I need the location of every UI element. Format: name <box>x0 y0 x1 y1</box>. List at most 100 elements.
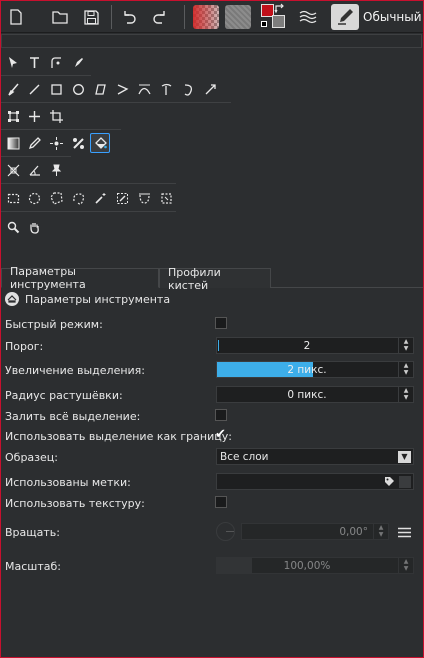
open-folder-icon[interactable] <box>49 6 71 28</box>
feather-radius-label: Радиус растушёвки: <box>5 389 123 402</box>
polygon-select-icon[interactable] <box>46 188 66 208</box>
background-color-swatch[interactable] <box>272 15 285 28</box>
rotate-stepper[interactable]: ▲ ▼ <box>373 524 388 539</box>
use-selection-boundary-label: Использовать выделение как границу: <box>5 430 232 443</box>
ellipse-tool-icon[interactable] <box>68 79 88 99</box>
polygon-tool-icon[interactable] <box>90 79 110 99</box>
grow-selection-slider[interactable]: 2 пикс. ▲ ▼ <box>216 361 414 378</box>
grow-selection-value: 2 пикс. <box>287 364 327 376</box>
feather-radius-slider[interactable]: 0 пикс. ▲ ▼ <box>216 386 414 403</box>
threshold-label: Порог: <box>5 340 44 353</box>
pattern-selector[interactable] <box>225 5 251 29</box>
fast-mode-checkbox[interactable] <box>215 317 227 329</box>
bezier-curve-icon[interactable] <box>134 79 154 99</box>
chevron-down-icon[interactable]: ▼ <box>398 451 411 463</box>
rotate-spinbox[interactable]: 0,00° ▲ ▼ <box>241 523 389 540</box>
panel-header: Параметры инструмента <box>5 291 170 307</box>
pan-tool-icon[interactable] <box>24 217 44 237</box>
calligraphy-icon[interactable] <box>68 52 88 72</box>
scale-slider[interactable]: 100,00% ▲ ▼ <box>216 557 414 574</box>
polyline-tool-icon[interactable] <box>112 79 132 99</box>
scale-stepper[interactable]: ▲ ▼ <box>398 558 413 573</box>
edit-shapes-icon[interactable] <box>46 52 66 72</box>
measure-tool-icon[interactable] <box>24 160 44 180</box>
toolbox-row-transform <box>1 103 71 129</box>
fast-mode-label: Быстрый режим: <box>5 318 103 331</box>
similar-color-select-icon[interactable] <box>112 188 132 208</box>
redo-icon[interactable] <box>149 6 171 28</box>
tool-options-icon <box>5 292 19 306</box>
scale-value: 100,00% <box>283 560 331 572</box>
panel-title: Параметры инструмента <box>25 292 171 306</box>
freehand-path-icon[interactable] <box>156 79 176 99</box>
blend-mode-label[interactable]: Обычный <box>363 10 422 24</box>
multibrush-icon[interactable] <box>200 79 220 99</box>
use-texture-label: Использовать текстуру: <box>5 497 145 510</box>
color-picker-icon[interactable] <box>24 133 44 153</box>
used-tags-label: Использованы метки: <box>5 476 131 489</box>
threshold-spinbox[interactable]: 2 ▲ ▼ <box>216 337 414 354</box>
top-toolbar: Обычный <box>1 1 423 33</box>
menu-icon[interactable] <box>398 527 411 541</box>
reference-pin-icon[interactable] <box>46 160 66 180</box>
tab-tool-options[interactable]: Параметры инструмента <box>1 265 159 291</box>
dynamic-brush-icon[interactable] <box>178 79 198 99</box>
toolbox-row-select <box>1 49 91 75</box>
fill-tool-icon[interactable] <box>90 133 110 153</box>
undo-icon[interactable] <box>118 6 140 28</box>
tags-dropdown-button[interactable] <box>399 476 411 488</box>
threshold-stepper[interactable]: ▲ ▼ <box>398 338 413 353</box>
smart-patch-icon[interactable] <box>46 133 66 153</box>
assistant-tool-icon[interactable] <box>3 160 23 180</box>
threshold-value: 2 <box>303 340 311 352</box>
used-tags-field[interactable] <box>216 473 414 490</box>
freehand-select-icon[interactable] <box>68 188 88 208</box>
use-texture-checkbox[interactable] <box>215 496 227 508</box>
docker-tabs: Параметры инструмента Профили кистей <box>1 265 423 292</box>
new-document-icon[interactable] <box>5 6 27 28</box>
ellipse-select-icon[interactable] <box>24 188 44 208</box>
use-selection-boundary-checkbox[interactable]: ✔ <box>215 428 227 441</box>
brush-editor-icon[interactable] <box>331 4 359 30</box>
swap-colors-icon[interactable] <box>273 2 287 16</box>
magnetic-select-icon[interactable] <box>156 188 176 208</box>
scale-label: Масштаб: <box>5 560 61 573</box>
sample-label: Образец: <box>5 451 58 464</box>
rotate-value: 0,00° <box>339 526 368 538</box>
fill-selection-checkbox[interactable] <box>215 409 227 421</box>
bezier-select-icon[interactable] <box>134 188 154 208</box>
crop-tool-icon[interactable] <box>46 106 66 126</box>
grow-selection-label: Увеличение выделения: <box>5 364 146 377</box>
rectangle-tool-icon[interactable] <box>46 79 66 99</box>
save-icon[interactable] <box>80 6 102 28</box>
toolbox-separator <box>1 211 176 212</box>
magic-wand-icon[interactable] <box>90 188 110 208</box>
rotate-label: Вращать: <box>5 526 60 539</box>
zoom-tool-icon[interactable] <box>3 217 23 237</box>
toolbox-row-fill <box>1 130 121 156</box>
toolbar-separator <box>111 5 112 29</box>
brush-presets-icon[interactable] <box>298 6 320 28</box>
feather-radius-stepper[interactable]: ▲ ▼ <box>398 387 413 402</box>
sample-select-value: Все слои <box>220 451 269 463</box>
rect-select-icon[interactable] <box>3 188 23 208</box>
grow-selection-stepper[interactable]: ▲ ▼ <box>398 362 413 377</box>
default-colors-icon[interactable] <box>261 21 267 27</box>
sample-select[interactable]: Все слои ▼ <box>216 448 414 465</box>
move-tool-icon[interactable] <box>24 106 44 126</box>
tab-brush-presets[interactable]: Профили кистей <box>159 266 271 292</box>
freehand-brush-icon[interactable] <box>3 79 23 99</box>
colorize-mask-icon[interactable] <box>68 133 88 153</box>
tag-icon <box>384 476 395 490</box>
rotation-dial[interactable] <box>216 522 235 541</box>
text-tool-icon[interactable] <box>24 52 44 72</box>
select-shapes-icon[interactable] <box>3 52 23 72</box>
fill-selection-label: Залить всё выделение: <box>5 410 141 423</box>
toolbox-separator <box>1 183 176 184</box>
gradient-tool-icon[interactable] <box>3 133 23 153</box>
transform-tool-icon[interactable] <box>3 106 23 126</box>
line-tool-icon[interactable] <box>24 79 44 99</box>
gradient-selector[interactable] <box>193 5 219 29</box>
feather-radius-value: 0 пикс. <box>287 389 327 401</box>
toolbox-row-paint <box>1 76 231 102</box>
